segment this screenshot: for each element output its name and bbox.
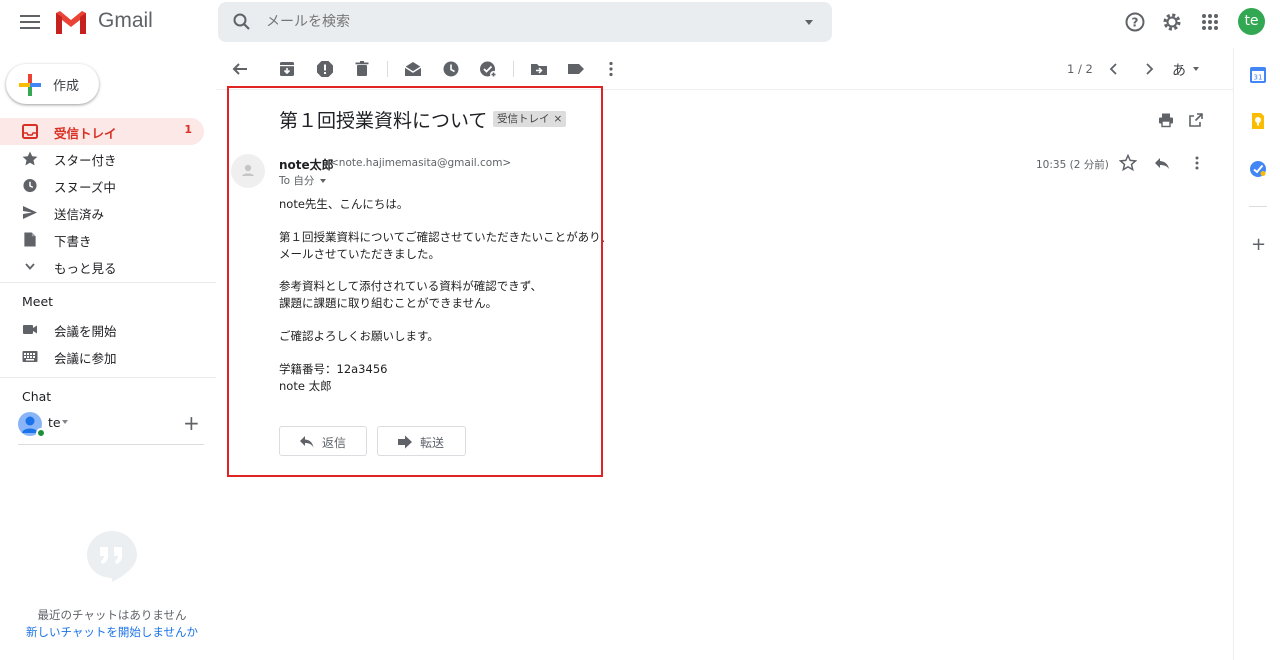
highlight-annotation-box (227, 86, 603, 477)
help-icon[interactable]: ? (1123, 10, 1147, 34)
chat-user-name: te (48, 415, 61, 430)
gear-icon[interactable] (1160, 10, 1184, 34)
sidebar-item-label: スヌーズ中 (54, 180, 116, 195)
search-options-caret-icon[interactable] (802, 15, 816, 29)
sidebar-item-snoozed[interactable]: スヌーズ中 (0, 172, 204, 199)
compose-label: 作成 (53, 79, 80, 94)
unread-count: 1 (184, 123, 192, 136)
star-outline-icon[interactable] (1119, 154, 1137, 172)
sidebar-item-label: 送信済み (54, 207, 105, 222)
sidebar-item-label: 会議を開始 (54, 324, 117, 339)
toolbar-separator (513, 61, 514, 77)
chat-user[interactable]: te + (18, 412, 208, 440)
input-tools-button[interactable]: あ (1172, 60, 1186, 80)
start-new-chat-link[interactable]: 新しいチャットを開始しませんか (0, 624, 224, 640)
toolbar-separator (387, 61, 388, 77)
sidebar-item-label: 受信トレイ (54, 126, 117, 141)
calendar-icon[interactable]: 31 (1249, 66, 1267, 84)
move-to-folder-icon[interactable] (529, 59, 549, 79)
inbox-icon (22, 124, 38, 139)
search-bar[interactable] (218, 2, 832, 42)
email-timestamp: 10:35 (2 分前) (1036, 159, 1109, 171)
section-divider (0, 377, 216, 378)
no-recent-chats-text: 最近のチャットはありません (37, 608, 187, 622)
sidebar-item-more[interactable]: もっと見る (0, 253, 204, 280)
compose-button[interactable]: 作成 (6, 64, 99, 104)
new-chat-plus-icon[interactable]: + (183, 412, 200, 434)
chevron-down-icon (25, 263, 35, 270)
search-icon[interactable] (232, 12, 252, 32)
print-icon[interactable] (1158, 112, 1174, 128)
send-icon (23, 206, 37, 219)
chevron-left-icon[interactable] (1104, 59, 1124, 79)
apps-grid-icon[interactable] (1198, 10, 1222, 34)
sidebar-item-drafts[interactable]: 下書き (0, 226, 204, 253)
trash-icon[interactable] (352, 59, 372, 79)
side-panel: 31 + (1233, 48, 1280, 660)
svg-text:?: ? (1132, 16, 1139, 30)
video-icon (23, 325, 37, 334)
keyboard-icon (22, 351, 38, 362)
mark-unread-icon[interactable] (403, 59, 423, 79)
chat-section-title: Chat (22, 389, 52, 404)
chat-divider (18, 444, 204, 445)
sidebar-item-sent[interactable]: 送信済み (0, 199, 204, 226)
app-header: Gmail ? te (0, 0, 1280, 48)
reply-icon[interactable] (1153, 154, 1171, 172)
keep-icon[interactable] (1249, 112, 1267, 130)
message-more-vert-icon[interactable] (1188, 154, 1206, 172)
meet-section-title: Meet (22, 294, 54, 309)
sidebar-item-label: 会議に参加 (54, 351, 117, 366)
tasks-icon[interactable] (1249, 160, 1267, 178)
report-spam-icon[interactable] (315, 59, 335, 79)
sidebar-item-label: スター付き (54, 153, 117, 168)
chat-status-caret-icon[interactable] (62, 420, 68, 424)
gmail-logo-icon[interactable] (54, 8, 88, 36)
account-avatar[interactable]: te (1238, 8, 1265, 35)
side-panel-divider (1249, 206, 1267, 207)
clock-icon (23, 178, 37, 193)
open-in-new-window-icon[interactable] (1188, 112, 1204, 128)
sidebar-item-join-meeting[interactable]: 会議に参加 (0, 343, 204, 370)
sidebar-item-label: もっと見る (54, 261, 117, 276)
input-tools-caret-icon[interactable] (1193, 67, 1199, 71)
hangouts-bubble-icon (87, 531, 137, 582)
more-vert-icon[interactable] (601, 59, 621, 79)
archive-icon[interactable] (277, 59, 297, 79)
sidebar-item-start-meeting[interactable]: 会議を開始 (0, 316, 204, 343)
pagination-count: 1 / 2 (1067, 62, 1093, 76)
compose-plus-icon (19, 74, 41, 96)
draft-icon (24, 232, 36, 247)
label-tag-icon[interactable] (566, 59, 586, 79)
search-input[interactable] (266, 11, 786, 33)
sidebar-item-starred[interactable]: スター付き (0, 145, 204, 172)
sidebar-item-inbox[interactable]: 受信トレイ 1 (0, 118, 204, 145)
online-status-dot (36, 428, 46, 438)
add-to-tasks-icon[interactable] (478, 59, 498, 79)
message-toolbar: 1 / 2 あ (216, 48, 1234, 90)
add-addon-plus-icon[interactable]: + (1251, 234, 1266, 255)
chevron-right-icon[interactable] (1139, 59, 1159, 79)
section-divider (0, 282, 216, 283)
sidebar-item-label: 下書き (54, 234, 92, 249)
sidebar: 作成 受信トレイ 1 スター付き スヌーズ中 送信済み 下書き もっと見る Me… (0, 48, 216, 660)
snooze-clock-icon[interactable] (441, 59, 461, 79)
star-icon (22, 151, 38, 166)
svg-text:31: 31 (1254, 74, 1263, 82)
app-name: Gmail (98, 9, 153, 32)
back-arrow-icon[interactable] (230, 59, 250, 79)
main-menu-icon[interactable] (20, 13, 40, 31)
